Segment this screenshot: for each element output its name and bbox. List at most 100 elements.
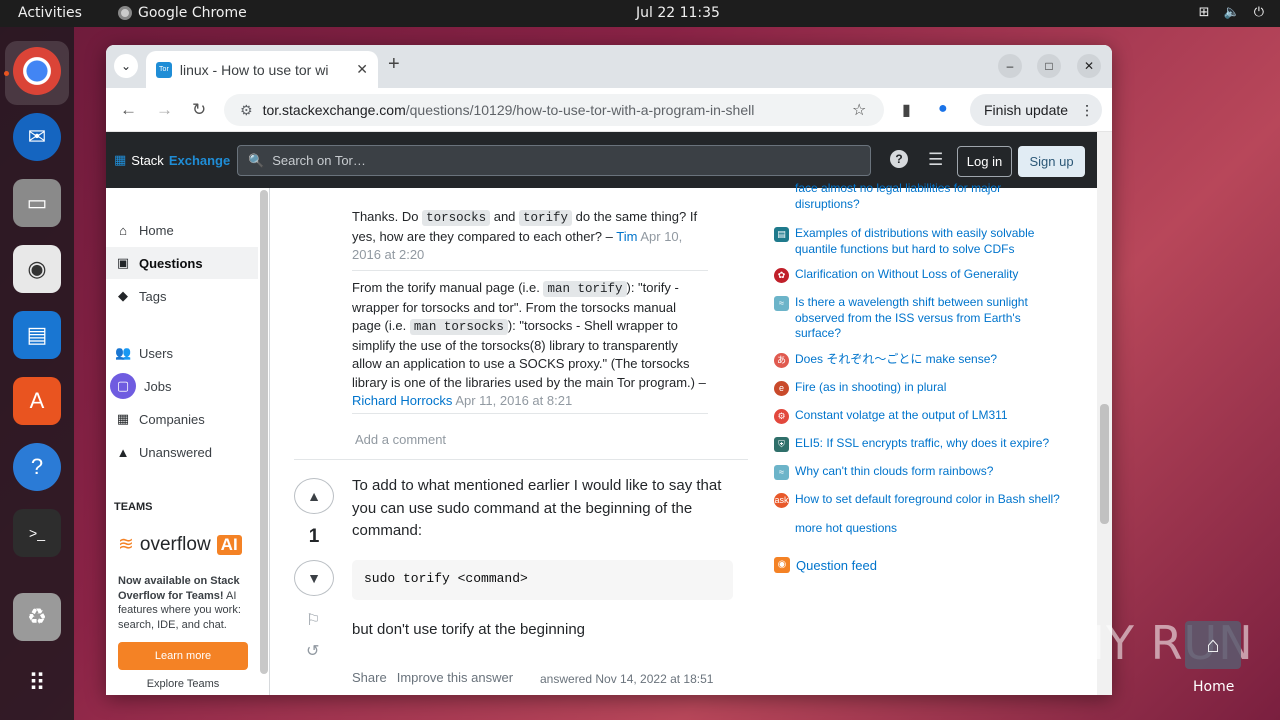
history-icon[interactable]: ↺ bbox=[306, 641, 319, 661]
comment-user-link[interactable]: Tim bbox=[616, 229, 637, 244]
tab-active[interactable]: Tor linux - How to use tor wi ✕ bbox=[146, 51, 378, 88]
system-tray[interactable]: ⊞ 🔈 ⏻ bbox=[1199, 5, 1264, 20]
upvote-button[interactable]: ▲ bbox=[294, 478, 334, 514]
nav-users[interactable]: 👥 Users bbox=[106, 337, 258, 369]
nav-tags[interactable]: ◆ Tags bbox=[106, 280, 258, 312]
page-scrollbar[interactable] bbox=[1097, 132, 1112, 695]
finish-update-button[interactable]: Finish update ⋮ bbox=[970, 94, 1102, 126]
profile-icon[interactable]: ● bbox=[938, 100, 948, 118]
app-menu[interactable]: Google Chrome bbox=[118, 5, 247, 21]
electronics-site-icon: ⚙ bbox=[774, 409, 789, 424]
clock[interactable]: Jul 22 11:35 bbox=[636, 5, 720, 21]
hot-question-link[interactable]: Does それぞれ〜ごとに make sense? bbox=[795, 352, 1065, 368]
activities-button[interactable]: Activities bbox=[18, 5, 82, 21]
site-switcher-icon[interactable]: ☰ bbox=[928, 150, 943, 170]
chrome-dock-icon[interactable] bbox=[13, 47, 61, 95]
hot-question-link[interactable]: face almost no legal liabilities for maj… bbox=[795, 181, 1065, 212]
tab-search-button[interactable]: ⌄ bbox=[114, 54, 138, 78]
hot-question-item[interactable]: ▤ Examples of distributions with easily s… bbox=[774, 226, 1074, 257]
maximize-button[interactable]: □ bbox=[1037, 54, 1061, 78]
help-icon[interactable]: ? bbox=[13, 443, 61, 491]
learn-more-button[interactable]: Learn more bbox=[118, 642, 248, 670]
nav-home[interactable]: ⌂ Home bbox=[106, 214, 258, 246]
show-apps-icon[interactable]: ⠿ bbox=[13, 659, 61, 707]
hot-question-item[interactable]: あ Does それぞれ〜ごとに make sense? bbox=[774, 352, 1074, 368]
improve-answer-link[interactable]: Improve this answer bbox=[397, 670, 513, 685]
address-bar[interactable]: ⚙ tor.stackexchange.com/questions/10129/… bbox=[224, 94, 884, 126]
share-link[interactable]: Share bbox=[352, 670, 387, 685]
site-info-icon[interactable]: ⚙ bbox=[240, 102, 253, 119]
hot-question-item[interactable]: e Fire (as in shooting) in plural bbox=[774, 380, 1074, 396]
home-folder-icon[interactable]: ⌂ bbox=[1185, 621, 1241, 669]
app-center-icon[interactable]: A bbox=[13, 377, 61, 425]
security-site-icon: ⛨ bbox=[774, 437, 789, 452]
close-tab-icon[interactable]: ✕ bbox=[356, 61, 368, 78]
hot-question-link[interactable]: ELI5: If SSL encrypts traffic, why does … bbox=[795, 436, 1065, 452]
trash-icon[interactable]: ♻ bbox=[13, 593, 61, 641]
signup-button[interactable]: Sign up bbox=[1018, 146, 1085, 177]
bookmark-icon[interactable]: ⚐ bbox=[306, 610, 320, 630]
main-content: Thanks. Do torsocks and torify do the sa… bbox=[270, 188, 750, 695]
nav-label: Tags bbox=[139, 288, 167, 304]
forward-button[interactable]: → bbox=[156, 100, 173, 120]
hot-question-link[interactable]: Why can't thin clouds form rainbows? bbox=[795, 464, 1065, 480]
code-block: sudo torify <command> bbox=[352, 560, 733, 600]
post-menu: Share Improve this answer bbox=[352, 670, 513, 685]
terminal-icon[interactable]: >_ bbox=[13, 509, 61, 557]
browser-window: ⌄ Tor linux - How to use tor wi ✕ + – □ … bbox=[106, 45, 1112, 695]
site-search-input[interactable]: 🔍 Search on Tor… bbox=[237, 145, 871, 176]
explore-teams-link[interactable]: Explore Teams bbox=[118, 678, 248, 690]
downvote-button[interactable]: ▼ bbox=[294, 560, 334, 596]
hot-question-item[interactable]: ≈ Why can't thin clouds form rainbows? bbox=[774, 464, 1074, 480]
hot-question-item[interactable]: ✿ Clarification on Without Loss of Genera… bbox=[774, 267, 1074, 283]
answer-paragraph: but don't use torify at the beginning bbox=[352, 621, 586, 638]
login-button[interactable]: Log in bbox=[957, 146, 1012, 177]
nav-jobs[interactable]: ▢ Jobs bbox=[106, 370, 258, 402]
search-icon: 🔍 bbox=[248, 152, 265, 168]
hot-question-link[interactable]: How to set default foreground color in B… bbox=[795, 492, 1065, 508]
question-feed-link[interactable]: ◉ Question feed bbox=[774, 557, 877, 573]
help-button[interactable]: ? bbox=[890, 150, 908, 168]
hot-question-link[interactable]: Clarification on Without Loss of General… bbox=[795, 267, 1065, 283]
comment-user-link[interactable]: Richard Horrocks bbox=[352, 393, 452, 408]
nav-label: Questions bbox=[139, 255, 203, 271]
hot-question-item[interactable]: ask How to set default foreground color i… bbox=[774, 492, 1074, 508]
hot-question-link[interactable]: Examples of distributions with easily so… bbox=[795, 226, 1065, 257]
hot-question-link[interactable]: Is there a wavelength shift between sunl… bbox=[795, 295, 1065, 342]
back-button[interactable]: ← bbox=[120, 100, 137, 120]
home-folder-label[interactable]: Home bbox=[1193, 679, 1234, 695]
more-hot-questions-link[interactable]: more hot questions bbox=[795, 521, 897, 535]
more-menu-icon[interactable]: ⋮ bbox=[1080, 102, 1094, 119]
rhythmbox-icon[interactable]: ◉ bbox=[13, 245, 61, 293]
stackexchange-logo[interactable]: ▦ Stack Exchange bbox=[114, 152, 230, 168]
app-name: Google Chrome bbox=[138, 5, 247, 21]
answer-divider bbox=[294, 459, 748, 460]
close-window-button[interactable]: ✕ bbox=[1077, 54, 1101, 78]
hot-question-item[interactable]: ⚙ Constant volatge at the output of LM311 bbox=[774, 408, 1074, 424]
teams-promo-text: Now available on Stack Overflow for Team… bbox=[118, 574, 256, 632]
reload-button[interactable]: ↻ bbox=[192, 100, 206, 120]
nav-unanswered[interactable]: ▲ Unanswered bbox=[106, 436, 258, 468]
scrollbar-thumb[interactable] bbox=[1100, 404, 1109, 524]
bookmark-star-icon[interactable]: ☆ bbox=[852, 100, 866, 120]
writer-icon[interactable]: ▤ bbox=[13, 311, 61, 359]
sidebar-scrollbar[interactable] bbox=[260, 190, 268, 674]
add-comment-link[interactable]: Add a comment bbox=[355, 432, 446, 447]
comment-text: Thanks. Do bbox=[352, 209, 423, 224]
hot-question-link[interactable]: Constant volatge at the output of LM311 bbox=[795, 408, 1065, 424]
hot-question-item[interactable]: ≈ Is there a wavelength shift between sun… bbox=[774, 295, 1074, 342]
hot-question-item[interactable]: ⛨ ELI5: If SSL encrypts traffic, why does… bbox=[774, 436, 1074, 452]
hot-question-item[interactable]: face almost no legal liabilities for maj… bbox=[774, 181, 1074, 212]
hot-question-link[interactable]: Fire (as in shooting) in plural bbox=[795, 380, 1065, 396]
thunderbird-icon[interactable]: ✉ bbox=[13, 113, 61, 161]
minimize-button[interactable]: – bbox=[998, 54, 1022, 78]
side-panel-icon[interactable]: ▮ bbox=[902, 100, 911, 120]
nav-label: Users bbox=[139, 345, 173, 361]
files-icon[interactable]: ▭ bbox=[13, 179, 61, 227]
nav-questions[interactable]: ▣ Questions bbox=[106, 247, 258, 279]
comment-date[interactable]: Apr 11, 2016 at 8:21 bbox=[455, 393, 572, 408]
companies-icon: ▦ bbox=[116, 411, 130, 426]
new-tab-button[interactable]: + bbox=[388, 53, 400, 76]
network-icon: ⊞ bbox=[1198, 5, 1210, 20]
nav-companies[interactable]: ▦ Companies bbox=[106, 403, 258, 435]
